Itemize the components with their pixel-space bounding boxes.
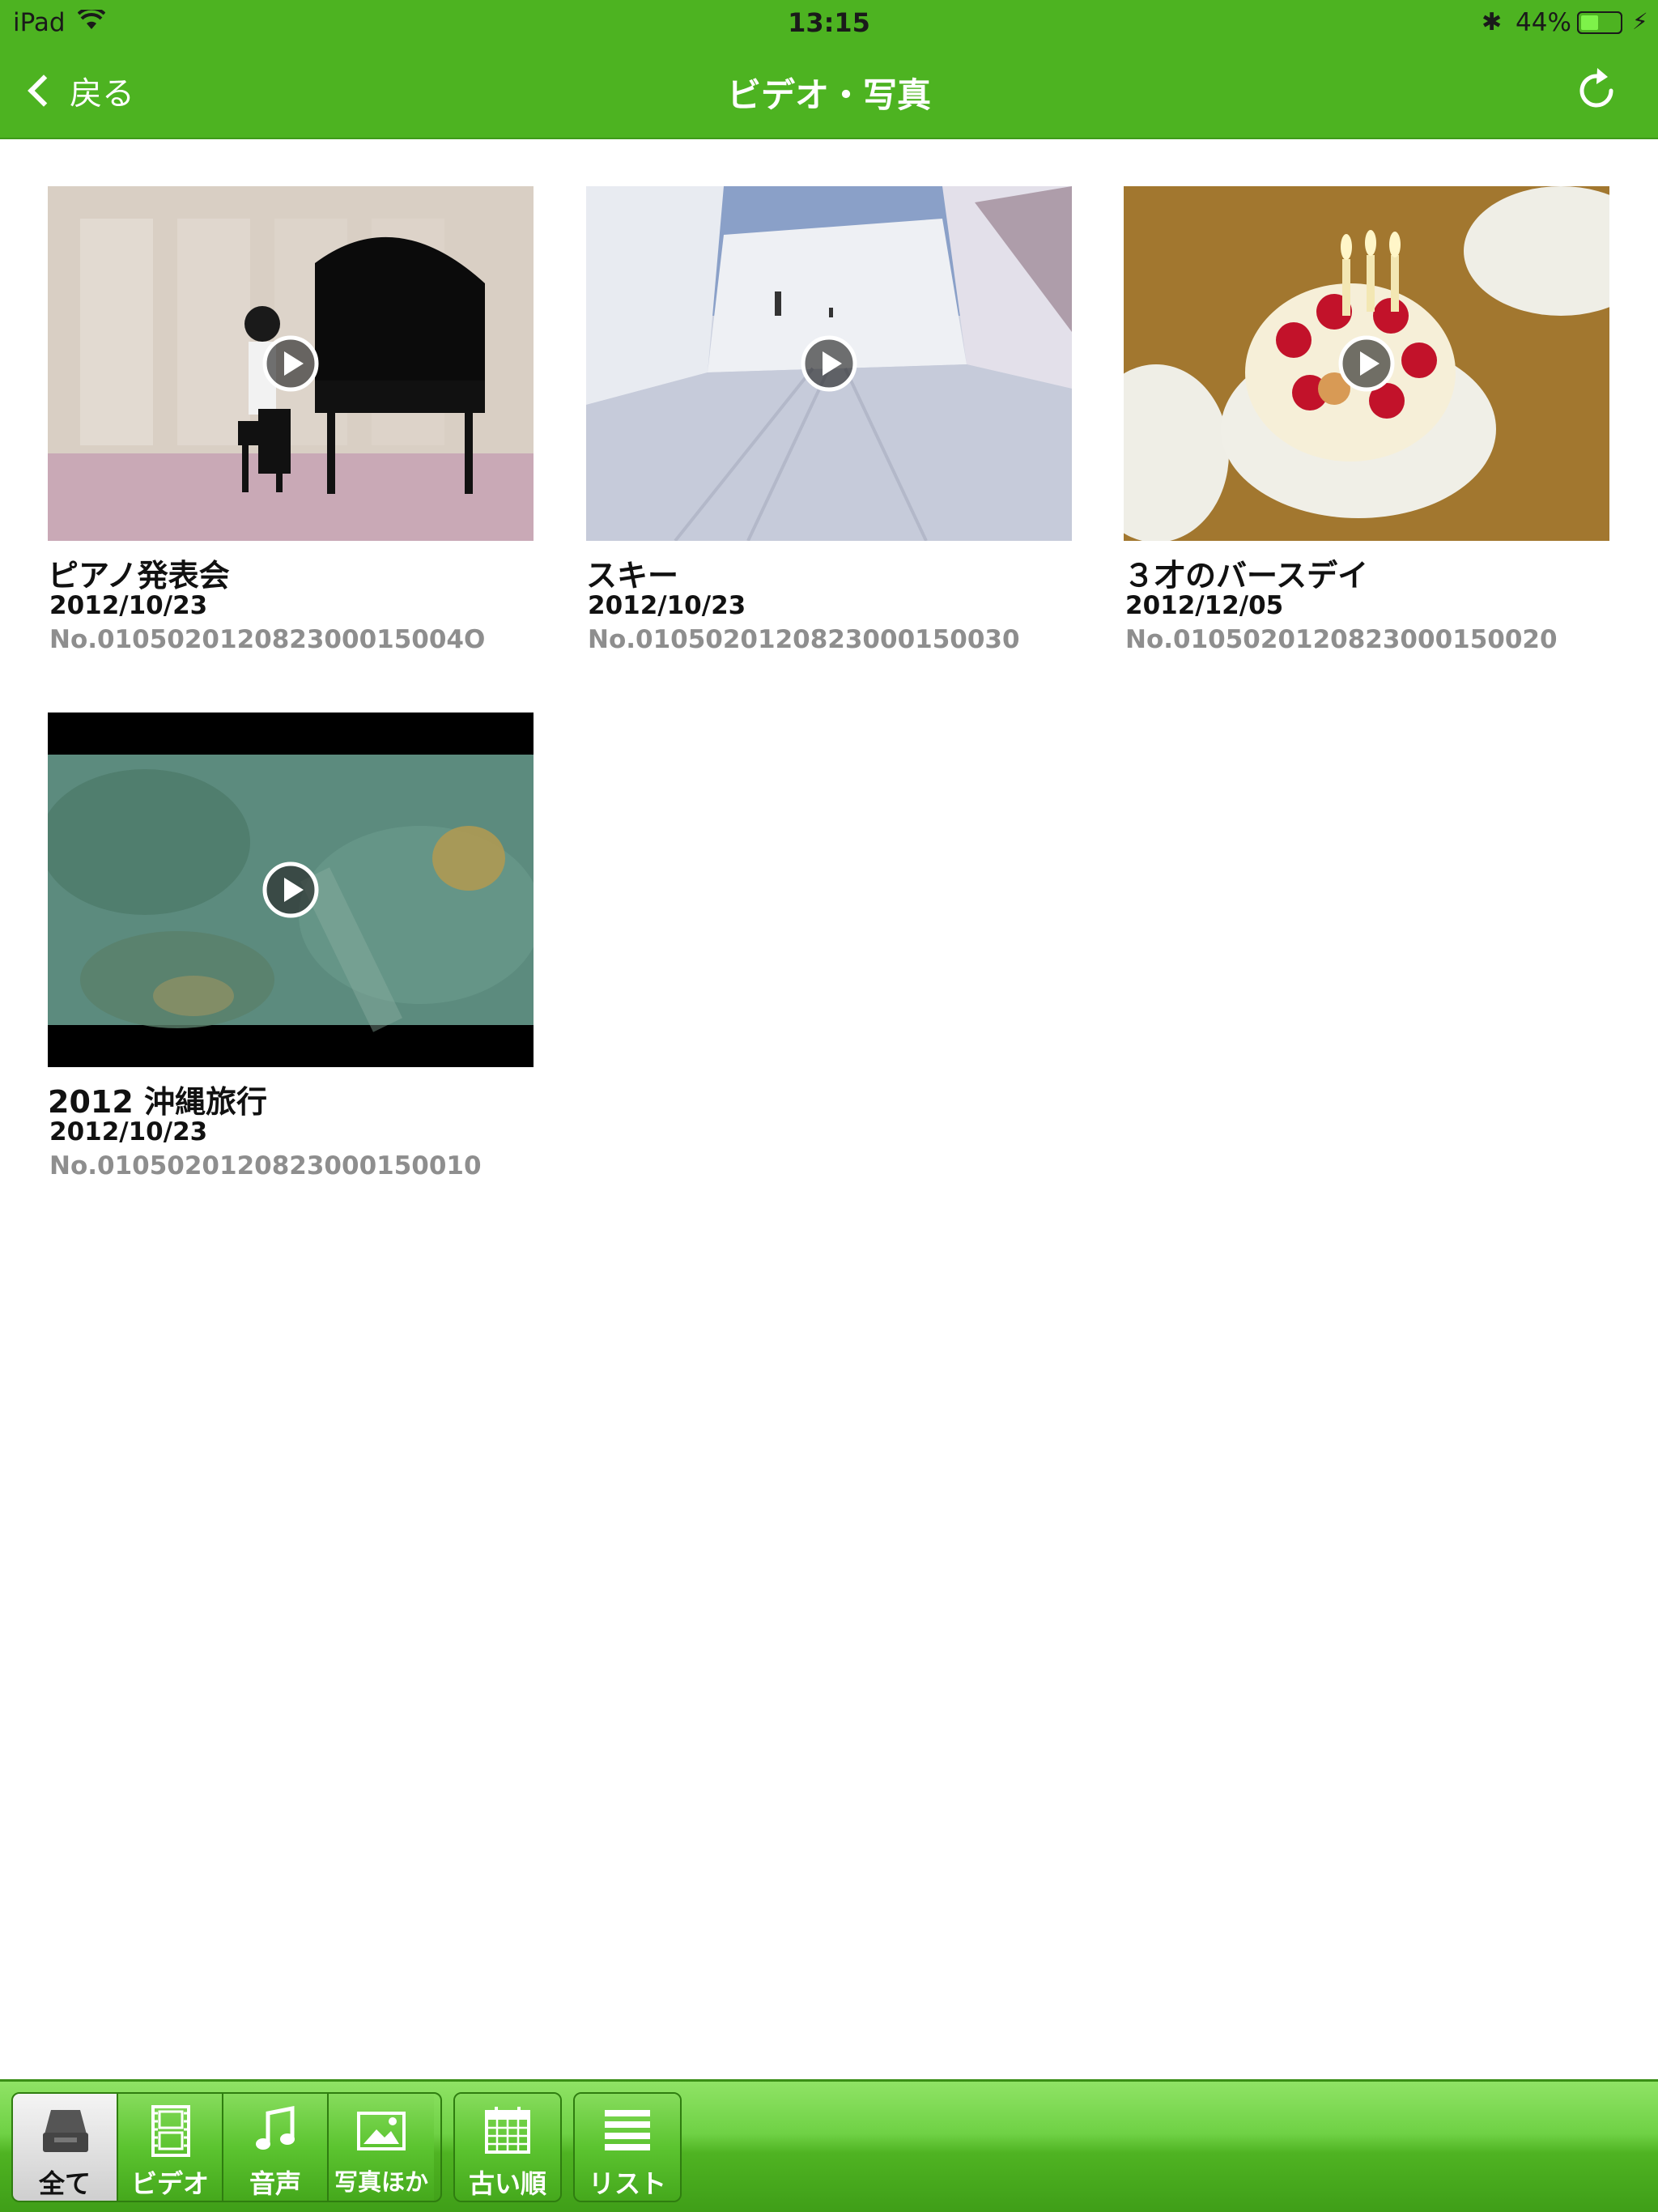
page-title: ビデオ・写真 [726, 75, 931, 115]
video-thumbnail[interactable] [586, 186, 1072, 541]
battery-nub [1577, 11, 1622, 34]
media-item-1[interactable]: ピアノ発表会 2012/10/23 No.0105020120823000150… [48, 186, 534, 657]
filter-all-button[interactable]: 全て [13, 2094, 118, 2201]
bluetooth-icon: ✱ [1482, 8, 1503, 36]
battery-percent: 44% [1516, 8, 1571, 37]
video-thumbnail[interactable] [1124, 186, 1609, 541]
filter-photo-button[interactable]: 写真ほか [329, 2094, 434, 2201]
video-thumbnail[interactable] [48, 713, 534, 1067]
refresh-icon[interactable] [1571, 65, 1622, 117]
media-item-2[interactable]: スキー 2012/10/23 No.0105020120823000150030 [586, 186, 1072, 657]
item-date: 2012/10/23 [49, 591, 208, 620]
media-item-4[interactable]: 2012 沖縄旅行 2012/10/23 No.0105020120823000… [48, 713, 534, 1184]
charging-icon: ⚡ [1632, 8, 1648, 35]
tray-icon [43, 2110, 88, 2152]
item-title: ピアノ発表会 [48, 558, 230, 593]
play-icon[interactable] [261, 861, 320, 919]
music-note-icon [256, 2105, 295, 2150]
media-item-3[interactable]: ３才のバースデイ 2012/12/05 No.01050201208230001… [1124, 186, 1609, 657]
filter-photo-label: 写真ほか [334, 2168, 428, 2196]
picture-icon [357, 2112, 406, 2150]
play-icon[interactable] [1337, 334, 1396, 393]
sort-control: 古い順 [453, 2092, 562, 2202]
list-view-button[interactable]: リスト [575, 2094, 680, 2201]
item-date: 2012/10/23 [588, 591, 746, 620]
film-icon [151, 2105, 190, 2157]
item-title: スキー [586, 558, 679, 593]
item-title: 2012 沖縄旅行 [48, 1084, 267, 1120]
clock: 13:15 [788, 7, 870, 38]
sort-oldest-button[interactable]: 古い順 [455, 2094, 560, 2201]
item-date: 2012/10/23 [49, 1117, 208, 1146]
filter-all-label: 全て [38, 2168, 91, 2199]
navigation-bar: iPad 13:15 ✱ 44% ⚡ 戻る ビデオ・写真 [0, 0, 1658, 139]
filter-audio-button[interactable]: 音声 [223, 2094, 329, 2201]
calendar-icon [485, 2107, 530, 2154]
play-icon[interactable] [800, 334, 858, 393]
item-title: ３才のバースデイ [1124, 558, 1369, 593]
list-icon [605, 2110, 650, 2150]
filter-segmented-control: 全て ビデオ 音声 写真ほか [11, 2092, 442, 2202]
item-number: No.0105020120823000150010 [49, 1151, 482, 1180]
play-icon[interactable] [261, 334, 320, 393]
video-thumbnail[interactable] [48, 186, 534, 541]
item-date: 2012/12/05 [1125, 591, 1284, 620]
sort-label: 古い順 [468, 2168, 546, 2199]
item-number: No.0105020120823000150020 [1125, 625, 1558, 654]
filter-video-button[interactable]: ビデオ [118, 2094, 223, 2201]
item-number: No.010502012082300015004O [49, 625, 486, 654]
view-label: リスト [588, 2168, 666, 2199]
filter-audio-label: 音声 [249, 2168, 301, 2199]
filter-video-label: ビデオ [130, 2168, 209, 2199]
status-bar: iPad 13:15 ✱ 44% ⚡ [0, 0, 1658, 45]
view-control: リスト [573, 2092, 682, 2202]
item-number: No.0105020120823000150030 [588, 625, 1020, 654]
